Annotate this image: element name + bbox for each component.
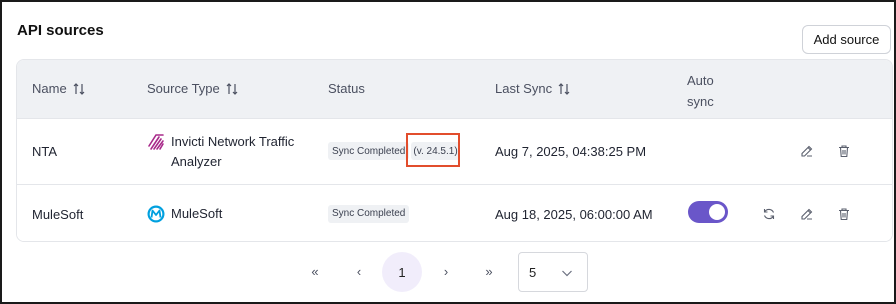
column-header-name[interactable]: Name — [32, 81, 85, 96]
column-header-last-sync[interactable]: Last Sync — [495, 81, 570, 96]
row-last-sync: Aug 7, 2025, 04:38:25 PM — [495, 144, 647, 159]
toggle-knob — [709, 204, 725, 220]
page-button-current[interactable]: 1 — [382, 252, 422, 292]
source-type-label-line2: Analyzer — [171, 154, 222, 169]
column-name-label: Name — [32, 81, 67, 96]
table-header: Name Source Type Status Last Sync Auto s… — [17, 60, 892, 119]
page-size-value: 5 — [529, 264, 537, 280]
next-page-button[interactable]: › — [437, 262, 455, 280]
edit-icon[interactable] — [800, 144, 814, 158]
add-source-button[interactable]: Add source — [802, 25, 891, 54]
sort-icon[interactable] — [558, 82, 570, 95]
row-status: Sync Completed — [328, 204, 410, 223]
delete-icon[interactable] — [837, 207, 851, 221]
first-page-button[interactable]: « — [306, 262, 324, 280]
row-source-type: Invicti Network Traffic Analyzer — [147, 132, 306, 172]
column-auto-sync-label-line2: sync — [687, 94, 714, 109]
column-source-type-label: Source Type — [147, 81, 220, 96]
delete-icon[interactable] — [837, 144, 851, 158]
sort-icon[interactable] — [73, 82, 85, 95]
pagination: « ‹ 1 › » 5 — [0, 250, 896, 292]
table-row: NTA Invicti Network Traffic Analyzer Syn… — [17, 119, 892, 185]
row-name: NTA — [32, 144, 58, 159]
row-name: MuleSoft — [32, 207, 84, 222]
api-sources-table: Name Source Type Status Last Sync Auto s… — [16, 59, 893, 242]
column-header-auto-sync: Auto sync — [687, 70, 714, 112]
table-row: MuleSoft MuleSoft Sync Completed Aug 18,… — [17, 185, 892, 241]
row-last-sync: Aug 18, 2025, 06:00:00 AM — [495, 207, 653, 222]
column-auto-sync-label-line1: Auto — [687, 73, 714, 88]
status-badge: Sync Completed — [328, 142, 410, 160]
column-header-source-type[interactable]: Source Type — [147, 81, 238, 96]
column-last-sync-label: Last Sync — [495, 81, 553, 96]
invicti-icon — [148, 134, 164, 150]
sync-icon[interactable] — [762, 207, 776, 221]
row-source-type: MuleSoft — [147, 204, 306, 224]
column-header-status: Status — [328, 81, 365, 96]
previous-page-button[interactable]: ‹ — [350, 262, 368, 280]
mulesoft-icon — [147, 205, 165, 223]
edit-icon[interactable] — [800, 207, 814, 221]
last-page-button[interactable]: » — [480, 262, 498, 280]
auto-sync-toggle[interactable] — [688, 201, 728, 223]
page-size-select[interactable]: 5 — [518, 252, 588, 292]
chevron-down-icon — [562, 270, 572, 277]
source-type-label: MuleSoft — [171, 206, 223, 221]
source-type-label: Invicti Network Traffic — [171, 134, 295, 149]
column-status-label: Status — [328, 81, 365, 96]
status-badge: Sync Completed — [328, 204, 410, 223]
page-title: API sources — [17, 22, 104, 39]
version-highlight-box — [406, 133, 460, 167]
sort-icon[interactable] — [226, 82, 238, 95]
